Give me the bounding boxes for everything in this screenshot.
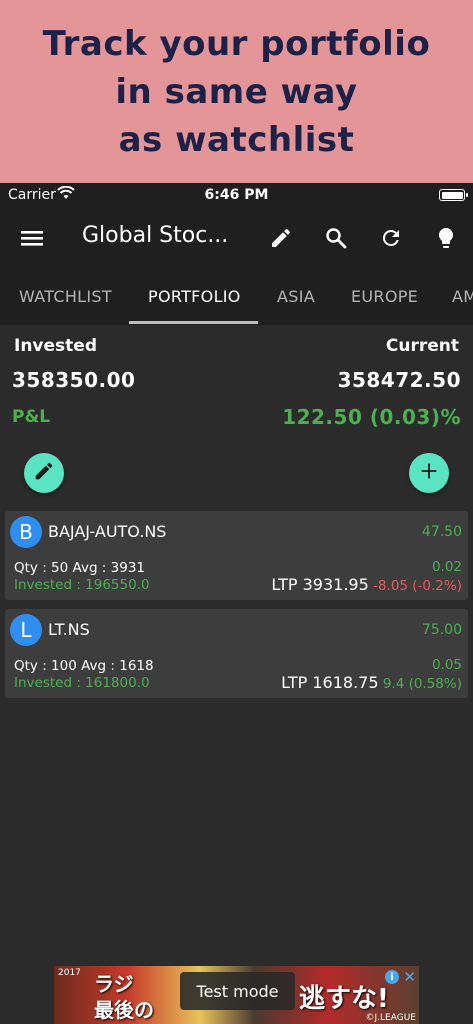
holding-invested: Invested : 196550.0 [14, 577, 150, 593]
edit-portfolio-button[interactable] [24, 453, 64, 493]
tab-americas[interactable]: AM [452, 287, 473, 306]
holding-ltp: LTP 3931.95 [271, 575, 369, 594]
app-title: Global Stoc... [82, 223, 229, 248]
tab-bar: WATCHLIST PORTFOLIO ASIA EUROPE AM [0, 269, 473, 325]
tab-portfolio[interactable]: PORTFOLIO [148, 287, 241, 306]
ad-test-mode-label: Test mode [180, 972, 295, 1010]
holding-change: -8.05 (-0.2%) [373, 578, 462, 594]
holding-ltp-line: LTP 1618.75 9.4 (0.58%) [281, 673, 462, 692]
holding-invested: Invested : 161800.0 [14, 675, 150, 691]
status-bar: Carrier 6:46 PM [0, 183, 473, 207]
ad-info-icon[interactable]: i [385, 970, 399, 984]
holding-ltp: LTP 1618.75 [281, 673, 379, 692]
clock: 6:46 PM [204, 187, 269, 203]
add-holding-button[interactable] [409, 453, 449, 493]
app-toolbar: Global Stoc... [0, 207, 473, 269]
avatar: L [10, 614, 42, 646]
promo-line-2: in same way [115, 71, 358, 112]
pl-label: P&L [12, 407, 51, 427]
holding-ltp-line: LTP 3931.95 -8.05 (-0.2%) [271, 575, 462, 594]
holding-card-bajaj-auto[interactable]: B BAJAJ-AUTO.NS 47.50 Qty : 50 Avg : 393… [5, 511, 468, 600]
holding-symbol: BAJAJ-AUTO.NS [48, 522, 167, 541]
battery-icon [439, 189, 468, 201]
ad-banner[interactable]: 2017 ラジ 最後の 逃すな! Test mode i ✕ ©J.LEAGUE [54, 966, 419, 1024]
ad-badge: 2017 [58, 968, 81, 978]
edit-icon[interactable] [267, 224, 295, 252]
pl-value: 122.50 (0.03)% [282, 405, 461, 429]
holding-qty-avg: Qty : 50 Avg : 3931 [14, 560, 145, 576]
promo-line-1: Track your portfolio [42, 23, 431, 64]
ad-text-right: 逃すな! [299, 984, 389, 1014]
lightbulb-icon[interactable] [432, 224, 460, 252]
holding-card-lt[interactable]: L LT.NS 75.00 Qty : 100 Avg : 1618 Inves… [5, 609, 468, 698]
current-value: 358472.50 [337, 368, 461, 392]
ad-text-left: ラジ [94, 972, 134, 996]
refresh-icon[interactable] [377, 224, 405, 252]
ad-text-left-2: 最後の [94, 998, 154, 1022]
menu-icon[interactable] [18, 224, 46, 252]
tab-asia[interactable]: ASIA [277, 287, 315, 306]
pencil-icon [33, 460, 55, 486]
holding-day-pl: 0.05 [431, 657, 462, 673]
tab-europe[interactable]: EUROPE [351, 287, 418, 306]
holding-symbol: LT.NS [48, 620, 90, 639]
search-icon[interactable] [322, 224, 350, 252]
invested-value: 358350.00 [12, 368, 136, 392]
current-label: Current [385, 336, 459, 356]
holding-total-pl: 75.00 [421, 622, 462, 638]
plus-icon [418, 460, 440, 486]
promo-line-3: as watchlist [118, 119, 355, 160]
ad-credit: ©J.LEAGUE [365, 1013, 416, 1023]
tab-watchlist[interactable]: WATCHLIST [19, 287, 112, 306]
ad-close-icon[interactable]: ✕ [403, 968, 416, 986]
promo-banner: Track your portfolio in same way as watc… [0, 0, 473, 183]
holding-qty-avg: Qty : 100 Avg : 1618 [14, 658, 154, 674]
holding-total-pl: 47.50 [421, 524, 462, 540]
active-tab-indicator [129, 321, 258, 324]
holding-change: 9.4 (0.58%) [382, 676, 462, 692]
invested-label: Invested [14, 336, 97, 356]
holding-day-pl: 0.02 [431, 559, 462, 575]
avatar: B [10, 516, 42, 548]
